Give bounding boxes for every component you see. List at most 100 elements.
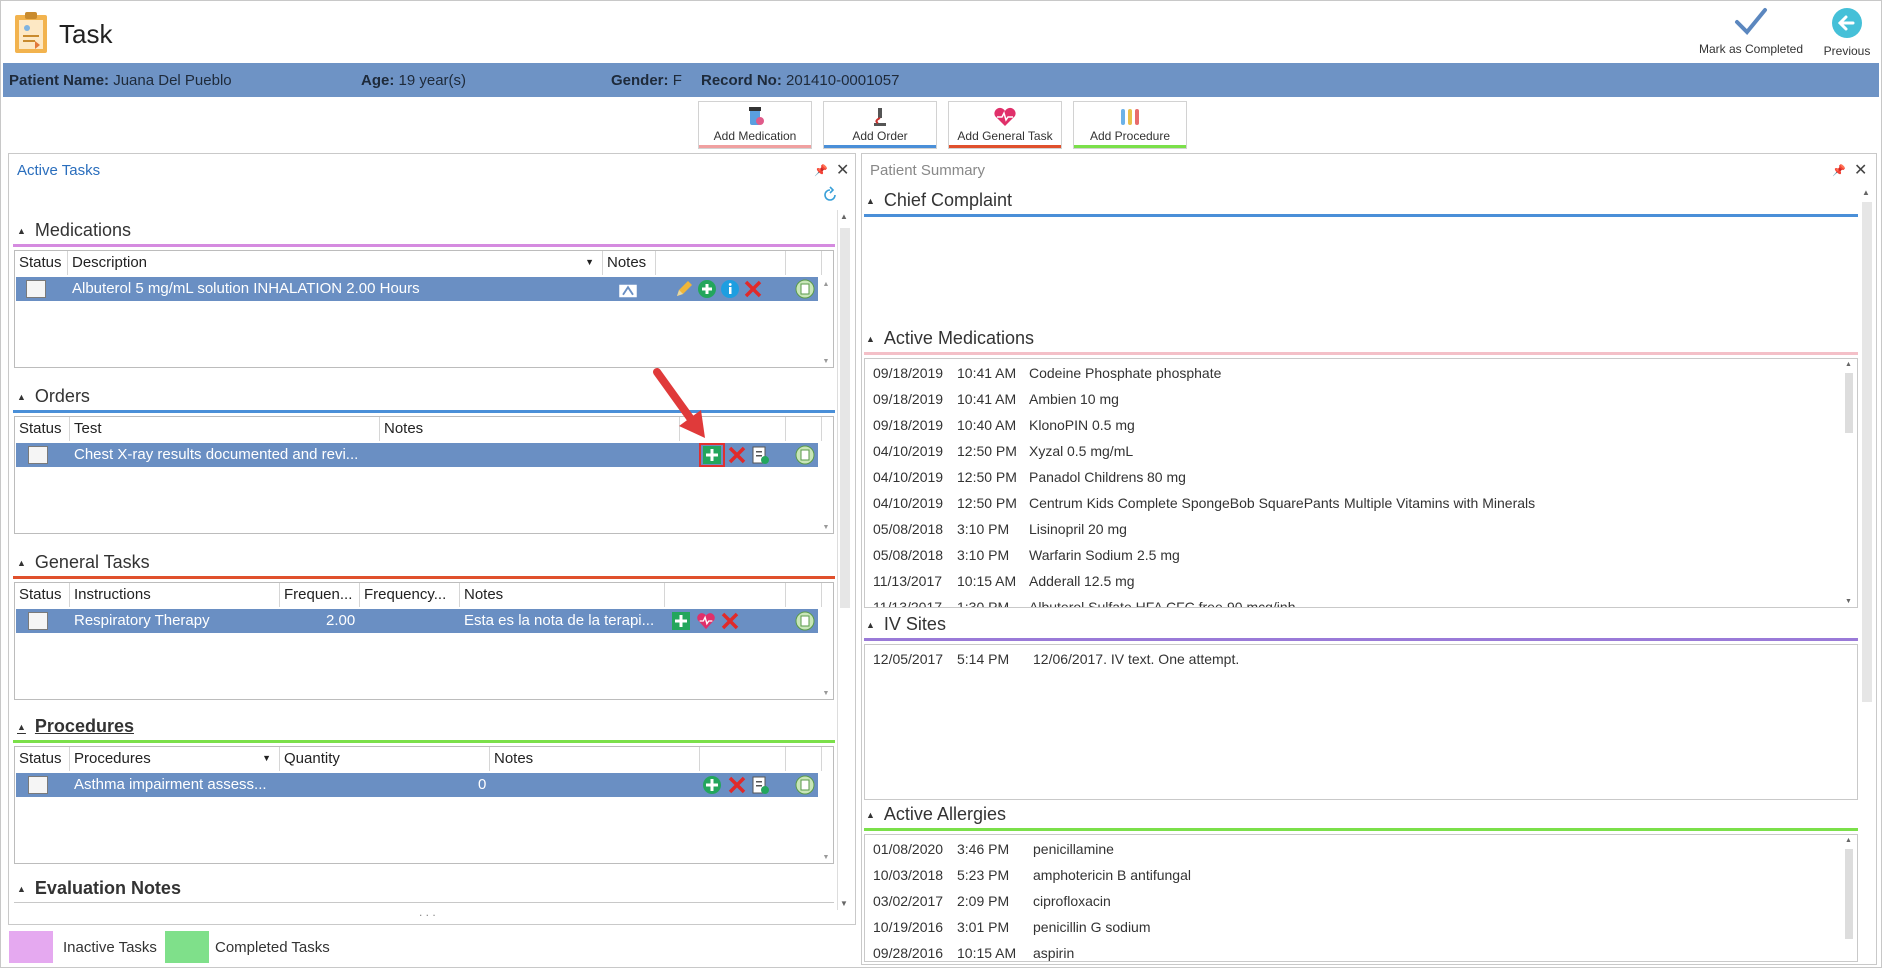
sort-down-icon: ▼ [585,257,594,267]
patient-record-value: 201410-0001057 [786,72,900,89]
pin-icon[interactable]: 📌 [1832,164,1846,177]
chief-complaint-heading-label: Chief Complaint [883,190,1012,210]
col-frequency-unit[interactable]: Frequency... [360,583,460,607]
medication-list-item[interactable]: 05/08/2018 3:10 PM Warfarin Sodium 2.5 mg [873,547,1833,567]
add-plus-icon[interactable] [697,279,717,299]
list-scrollbar[interactable]: ▲ ▼ [1843,359,1855,607]
medication-list-item[interactable]: 04/10/2019 12:50 PM Centrum Kids Complete … [873,495,1833,515]
med-date: 11/13/2017 [873,599,943,608]
status-checkbox[interactable] [28,612,48,630]
active-allergies-heading[interactable]: ▲ Active Allergies [866,804,1006,825]
add-plus-icon[interactable] [671,611,691,631]
collapse-caret-icon: ▲ [17,722,26,733]
close-icon[interactable]: ✕ [836,160,849,180]
evaluation-notes-area[interactable]: . . . [14,902,834,922]
col-status[interactable]: Status [15,583,70,607]
add-plus-icon[interactable] [702,775,722,795]
allergy-name: penicillin G sodium [1033,919,1151,935]
status-checkbox[interactable] [26,280,46,298]
edit-pencil-icon[interactable] [674,279,694,299]
evaluation-notes-heading[interactable]: ▲ Evaluation Notes [17,878,181,899]
heart-pulse-icon[interactable] [696,611,716,631]
col-description[interactable]: Description ▼ [68,251,603,275]
completed-swatch [165,931,209,963]
medication-row[interactable]: Albuterol 5 mg/mL solution INHALATION 2.… [16,277,818,301]
col-procedures-label: Procedures [74,750,151,767]
medication-list-item[interactable]: 09/18/2019 10:40 AM KlonoPIN 0.5 mg [873,417,1833,437]
general-task-notes: Esta es la nota de la terapi... [464,612,655,629]
medication-list-item[interactable]: 11/13/2017 10:15 AM Adderall 12.5 mg [873,573,1833,593]
patient-summary-title: Patient Summary [870,162,986,179]
chief-complaint-heading[interactable]: ▲ Chief Complaint [866,190,1012,211]
col-status[interactable]: Status [15,417,70,441]
scroll-thumb[interactable] [1862,202,1872,702]
close-icon[interactable]: ✕ [1854,160,1867,180]
col-notes[interactable]: Notes [490,747,700,771]
col-notes[interactable]: Notes [460,583,665,607]
medication-list-item[interactable]: 09/18/2019 10:41 AM Ambien 10 mg [873,391,1833,411]
general-tasks-heading[interactable]: ▲ General Tasks [17,552,150,573]
orders-heading[interactable]: ▲ Orders [17,386,90,407]
col-frequency[interactable]: Frequen... [280,583,360,607]
medication-list-item[interactable]: 04/10/2019 12:50 PM Xyzal 0.5 mg/mL [873,443,1833,463]
history-icon[interactable] [795,279,815,299]
list-scrollbar[interactable]: ▲ [1843,835,1855,961]
previous-label: Previous [1823,44,1871,58]
col-actions [656,251,786,275]
grid-scroll-down[interactable]: ▼ [821,690,831,697]
medication-list-item[interactable]: 11/13/2017 1:30 PM Albuterol Sulfate HFA C… [873,599,1833,608]
col-instructions[interactable]: Instructions [70,583,280,607]
pin-icon[interactable]: 📌 [814,164,828,177]
panel-scrollbar[interactable]: ▲ ▼ [837,210,851,910]
status-checkbox[interactable] [28,446,48,464]
scroll-thumb[interactable] [840,228,850,608]
medication-list-item[interactable]: 09/18/2019 10:41 AM Codeine Phosphate phosp… [873,365,1833,385]
delete-x-icon[interactable] [720,611,740,631]
add-order-button[interactable]: Add Order [823,101,937,149]
notes-icon[interactable] [618,281,638,301]
refresh-icon[interactable] [821,186,839,204]
medication-list-item[interactable]: 05/08/2018 3:10 PM Lisinopril 20 mg [873,521,1833,541]
col-status[interactable]: Status [15,747,70,771]
col-status[interactable]: Status [15,251,68,275]
clipboard-add-icon[interactable] [750,775,770,795]
clipboard-add-icon[interactable] [750,445,770,465]
col-procedures[interactable]: Procedures ▼ [70,747,280,771]
medication-list-item[interactable]: 04/10/2019 12:50 PM Panadol Childrens 80 mg [873,469,1833,489]
delete-x-icon[interactable] [727,775,747,795]
summary-scrollbar[interactable]: ▲ [1860,188,1874,928]
history-icon[interactable] [795,445,815,465]
col-notes[interactable]: Notes [603,251,656,275]
grid-scroll-down[interactable]: ▼ [821,524,831,531]
add-general-task-button[interactable]: Add General Task [948,101,1062,149]
delete-x-icon[interactable] [727,445,747,465]
grid-scroll-down[interactable]: ▼ [821,358,831,365]
info-icon[interactable] [720,279,740,299]
status-checkbox[interactable] [28,776,48,794]
medications-grid-header: Status Description ▼ Notes [15,251,833,275]
add-medication-button[interactable]: Add Medication [698,101,812,149]
grid-scroll-down[interactable]: ▼ [821,854,831,861]
order-row[interactable]: Chest X-ray results documented and revi.… [16,443,818,467]
add-procedure-button[interactable]: Add Procedure [1073,101,1187,149]
medications-heading[interactable]: ▲ Medications [17,220,131,241]
mark-completed-button[interactable]: Mark as Completed [1697,7,1805,56]
med-time: 12:50 PM [957,443,1017,459]
col-notes[interactable]: Notes [380,417,680,441]
add-plus-icon[interactable] [702,445,722,465]
procedure-row[interactable]: Asthma impairment assess... 0 [16,773,818,797]
col-quantity[interactable]: Quantity [280,747,490,771]
general-task-row[interactable]: Respiratory Therapy 2.00 Esta es la nota… [16,609,818,633]
patient-gender-value: F [672,72,682,89]
delete-x-icon[interactable] [743,279,763,299]
history-icon[interactable] [795,775,815,795]
active-medications-heading[interactable]: ▲ Active Medications [866,328,1034,349]
med-detail: phosphate [1156,365,1222,381]
col-test[interactable]: Test [70,417,380,441]
iv-sites-heading[interactable]: ▲ IV Sites [866,614,946,635]
history-icon[interactable] [795,611,815,631]
procedures-heading[interactable]: ▲ Procedures [17,716,134,737]
previous-button[interactable]: Previous [1819,7,1875,58]
medications-divider [13,244,835,247]
grid-scroll-up[interactable]: ▲ [821,281,831,288]
